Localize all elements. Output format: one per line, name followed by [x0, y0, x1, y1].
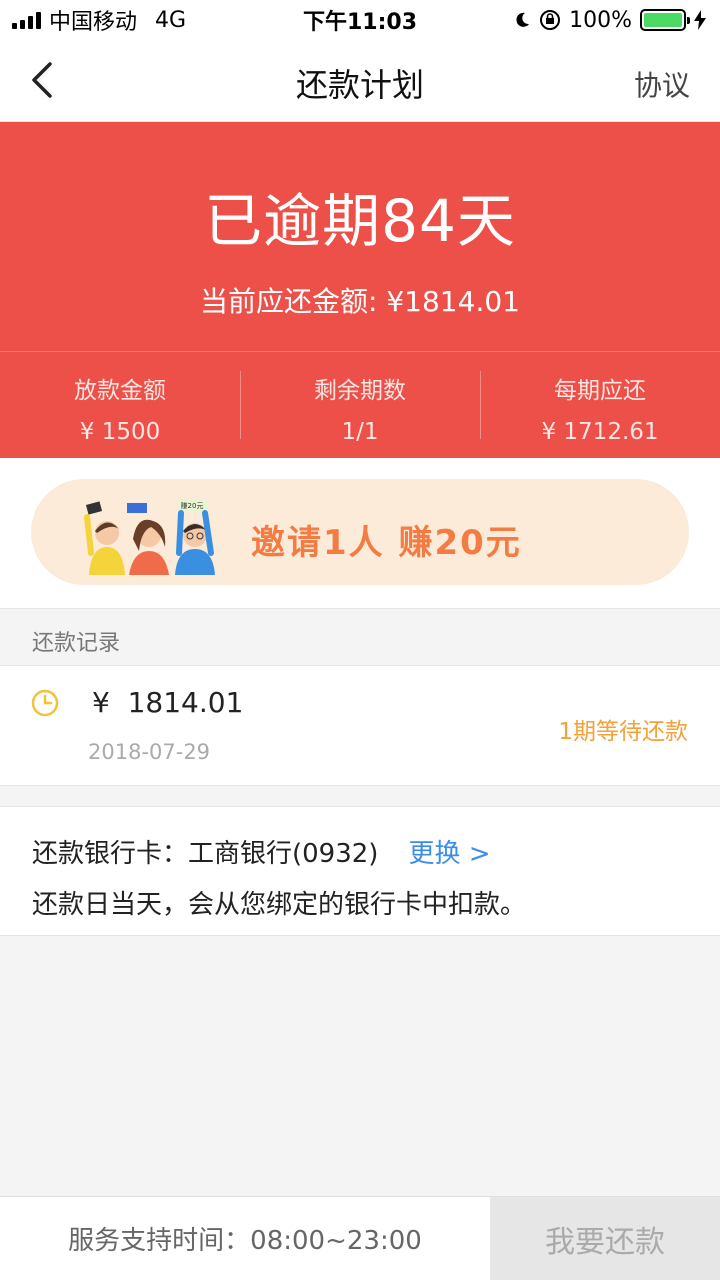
record-date: 2018-07-29 [88, 740, 211, 764]
record-status: 1期等待还款 [558, 719, 688, 745]
charging-icon [694, 10, 706, 30]
stat-value: 1/1 [341, 419, 379, 445]
loan-stats: 放款金额 ¥ 1500 剩余期数 1/1 每期应还 ¥ 1712.61 [0, 351, 720, 458]
status-right: 100% [513, 8, 706, 33]
stat-label: 剩余期数 [314, 378, 406, 404]
list-item[interactable]: ¥ 1814.01 2018-07-29 1期等待还款 [0, 666, 720, 786]
moon-icon [516, 12, 530, 27]
chevron-left-icon [32, 62, 52, 98]
stat-label: 放款金额 [74, 378, 166, 404]
bank-card-label: 还款银行卡：工商银行(0932) [32, 839, 379, 869]
people-illustration-icon: 赚20元 [84, 499, 215, 575]
footer-bar: 服务支持时间：08:00~23:00 我要还款 [0, 1196, 720, 1280]
invite-banner-text: 邀请1人 赚20元 [251, 523, 522, 563]
overdue-title: 已逾期84天 [204, 187, 516, 255]
banner-section: 赚20元 邀请1人 赚20元 [0, 458, 720, 608]
stat-label: 每期应还 [554, 378, 646, 404]
invite-banner[interactable]: 赚20元 邀请1人 赚20元 [31, 479, 689, 585]
record-amount: ¥ 1814.01 [92, 686, 244, 719]
change-card-link[interactable]: 更换 > [408, 833, 490, 870]
bank-card-line: 还款银行卡：工商银行(0932) 更换 > [32, 833, 720, 870]
nav-bar: 还款计划 协议 [0, 40, 720, 122]
support-hours: 服务支持时间：08:00~23:00 [68, 1226, 422, 1256]
stat-remaining-periods: 剩余期数 1/1 [240, 371, 480, 445]
bank-deduction-note: 还款日当天，会从您绑定的银行卡中扣款。 [32, 890, 527, 920]
stat-per-period: 每期应还 ¥ 1712.61 [480, 371, 720, 445]
status-bar: 中国移动 4G 下午11:03 100% [0, 0, 720, 40]
bank-card-info: 还款银行卡：工商银行(0932) 更换 > 还款日当天，会从您绑定的银行卡中扣款… [0, 806, 720, 936]
repay-button[interactable]: 我要还款 [490, 1197, 720, 1280]
current-due-amount: 当前应还金额: ¥1814.01 [200, 285, 520, 318]
agreement-link[interactable]: 协议 [634, 64, 690, 104]
stat-value: ¥ 1712.61 [541, 419, 659, 445]
back-button[interactable] [24, 60, 64, 100]
clock-icon [31, 689, 59, 717]
battery-icon [640, 9, 690, 31]
page-title: 还款计划 [295, 66, 424, 104]
orientation-lock-icon [540, 10, 561, 30]
overdue-summary: 已逾期84天 当前应还金额: ¥1814.01 放款金额 ¥ 1500 剩余期数… [0, 122, 720, 458]
banner-tag-text: 赚20元 [181, 501, 204, 510]
stat-loan-amount: 放款金额 ¥ 1500 [0, 371, 240, 445]
battery-label: 100% [569, 7, 632, 33]
repayment-records-header: 还款记录 [0, 608, 720, 666]
stat-value: ¥ 1500 [79, 419, 161, 445]
